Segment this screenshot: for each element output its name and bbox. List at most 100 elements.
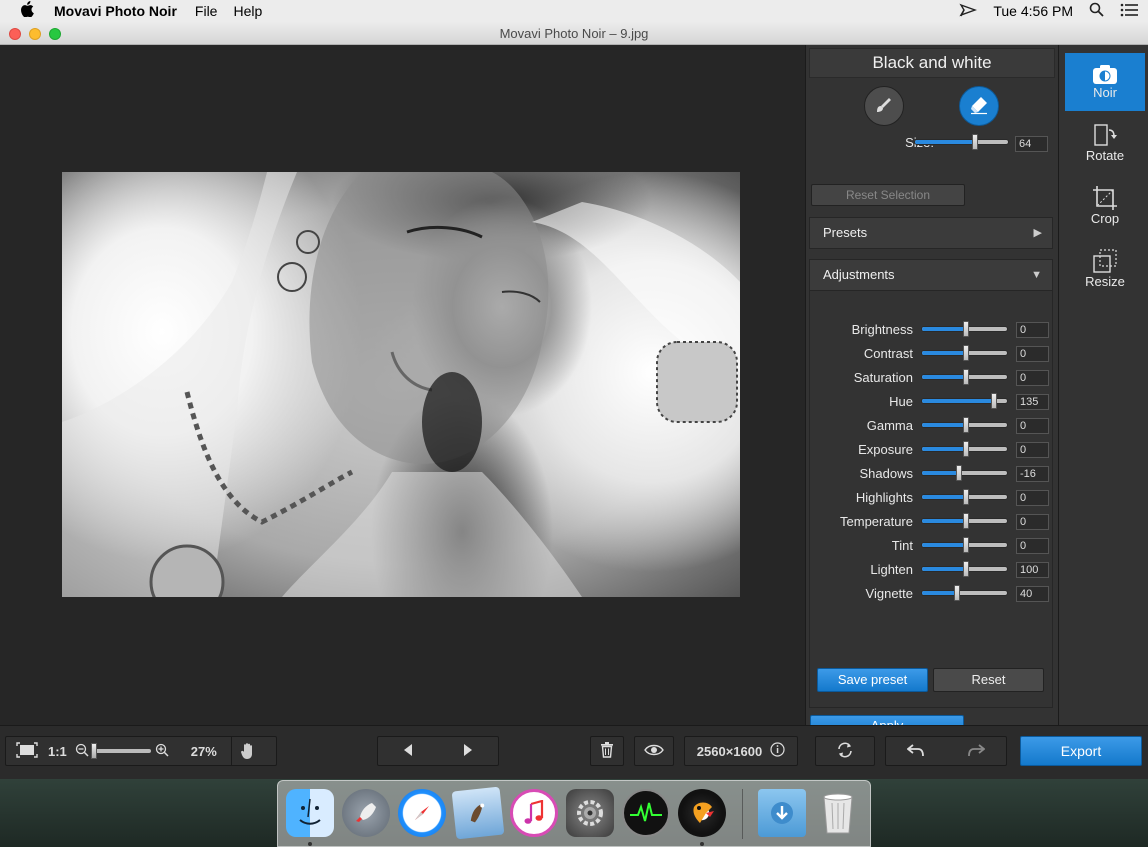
- gamma-slider[interactable]: [921, 417, 1008, 433]
- vignette-slider[interactable]: [921, 585, 1008, 601]
- refresh-button[interactable]: [815, 736, 875, 766]
- save-preset-button[interactable]: Save preset: [817, 668, 928, 692]
- apple-icon[interactable]: [0, 1, 54, 21]
- adjustment-label: Temperature: [840, 514, 913, 529]
- undo-icon[interactable]: [906, 743, 925, 760]
- gamma-value[interactable]: 0: [1016, 418, 1049, 434]
- presets-section-header[interactable]: Presets ▶: [809, 217, 1053, 249]
- photo-preview[interactable]: [62, 172, 740, 597]
- tint-value[interactable]: 0: [1016, 538, 1049, 554]
- saturation-slider[interactable]: [921, 369, 1008, 385]
- brightness-value[interactable]: 0: [1016, 322, 1049, 338]
- shadows-slider[interactable]: [921, 465, 1008, 481]
- next-image-icon[interactable]: [462, 743, 474, 760]
- navigation-controls: [377, 736, 499, 766]
- hue-slider[interactable]: [921, 393, 1008, 409]
- fit-to-screen-icon[interactable]: [16, 741, 38, 761]
- maximize-window-button[interactable]: [49, 28, 61, 40]
- reset-selection-button[interactable]: Reset Selection: [811, 184, 965, 206]
- adjustment-row-temperature: Temperature 0: [810, 512, 1054, 532]
- export-button[interactable]: Export: [1020, 736, 1142, 766]
- launchpad-icon[interactable]: [342, 789, 390, 837]
- presets-label: Presets: [823, 225, 868, 240]
- previous-image-icon[interactable]: [402, 743, 414, 760]
- downloads-icon[interactable]: [758, 789, 806, 837]
- contrast-value[interactable]: 0: [1016, 346, 1049, 362]
- lighten-slider[interactable]: [921, 561, 1008, 577]
- delete-button[interactable]: [590, 736, 624, 766]
- brush-tool-button[interactable]: [864, 86, 904, 126]
- zoom-out-icon[interactable]: [75, 743, 89, 760]
- adjustment-label: Gamma: [866, 418, 913, 433]
- zoom-slider[interactable]: [90, 743, 153, 759]
- mail-icon[interactable]: [451, 786, 505, 840]
- tool-noir-label: Noir: [1093, 85, 1117, 100]
- exposure-value[interactable]: 0: [1016, 442, 1049, 458]
- safari-icon[interactable]: [398, 789, 446, 837]
- lighten-value[interactable]: 100: [1016, 562, 1049, 578]
- airplay-icon[interactable]: [959, 3, 978, 20]
- menu-help[interactable]: Help: [233, 3, 262, 19]
- finder-icon[interactable]: [286, 789, 334, 837]
- finder-running-dot: [308, 842, 312, 846]
- photo-noir-icon[interactable]: [678, 789, 726, 837]
- brightness-slider[interactable]: [921, 321, 1008, 337]
- zoom-in-icon[interactable]: [155, 743, 169, 760]
- notification-center-icon[interactable]: [1120, 3, 1138, 20]
- photo-content: [62, 172, 740, 597]
- adjustment-label: Lighten: [870, 562, 913, 577]
- reset-button[interactable]: Reset: [933, 668, 1044, 692]
- saturation-value[interactable]: 0: [1016, 370, 1049, 386]
- temperature-slider[interactable]: [921, 513, 1008, 529]
- tool-noir[interactable]: Noir: [1065, 53, 1145, 111]
- tool-resize[interactable]: Resize: [1065, 242, 1145, 300]
- title-bar[interactable]: Movavi Photo Noir – 9.jpg: [0, 22, 1148, 45]
- brush-size-slider[interactable]: [914, 134, 1009, 150]
- highlights-value[interactable]: 0: [1016, 490, 1049, 506]
- contrast-slider[interactable]: [921, 345, 1008, 361]
- image-canvas[interactable]: [0, 45, 805, 725]
- adjustment-label: Tint: [891, 538, 913, 553]
- brush-size-value[interactable]: 64: [1015, 136, 1048, 152]
- highlights-slider[interactable]: [921, 489, 1008, 505]
- adjustment-label: Brightness: [851, 322, 913, 337]
- side-toolbar: Noir Rotate Crop Resize: [1058, 45, 1148, 725]
- eye-icon: [644, 744, 664, 759]
- redo-icon[interactable]: [967, 743, 986, 760]
- itunes-icon[interactable]: [510, 789, 558, 837]
- adjustment-label: Exposure: [858, 442, 913, 457]
- system-preferences-icon[interactable]: [566, 789, 614, 837]
- exposure-slider[interactable]: [921, 441, 1008, 457]
- activity-monitor-icon[interactable]: [622, 789, 670, 837]
- hue-value[interactable]: 135: [1016, 394, 1049, 410]
- close-window-button[interactable]: [9, 28, 21, 40]
- photo-noir-running-dot: [700, 842, 704, 846]
- menubar-clock[interactable]: Tue 4:56 PM: [993, 3, 1073, 19]
- zoom-1-1-button[interactable]: 1:1: [48, 744, 67, 759]
- adjustment-row-brightness: Brightness 0: [810, 320, 1054, 340]
- eraser-tool-button[interactable]: [959, 86, 999, 126]
- menubar-app-name[interactable]: Movavi Photo Noir: [54, 3, 177, 19]
- adjustment-label: Saturation: [853, 370, 913, 385]
- info-icon[interactable]: [770, 742, 785, 760]
- menu-file[interactable]: File: [195, 3, 218, 19]
- zoom-controls: 1:1 27%: [5, 736, 277, 766]
- trash-dock-icon[interactable]: [814, 789, 862, 837]
- tool-resize-label: Resize: [1085, 274, 1125, 289]
- tool-crop[interactable]: Crop: [1065, 179, 1145, 237]
- hand-tool-icon[interactable]: [230, 737, 256, 765]
- vignette-value[interactable]: 40: [1016, 586, 1049, 602]
- adjustment-row-lighten: Lighten 100: [810, 560, 1054, 580]
- menubar: Movavi Photo Noir File Help Tue 4:56 PM: [0, 0, 1148, 22]
- tint-slider[interactable]: [921, 537, 1008, 553]
- shadows-value[interactable]: -16: [1016, 466, 1049, 482]
- before-after-button[interactable]: [634, 736, 674, 766]
- spotlight-search-icon[interactable]: [1089, 2, 1104, 20]
- image-info: 2560×1600: [684, 736, 798, 766]
- expand-right-icon: ▶: [1033, 227, 1042, 239]
- minimize-window-button[interactable]: [29, 28, 41, 40]
- dock: [277, 780, 871, 847]
- window-title: Movavi Photo Noir – 9.jpg: [499, 26, 649, 41]
- temperature-value[interactable]: 0: [1016, 514, 1049, 530]
- tool-rotate[interactable]: Rotate: [1065, 116, 1145, 174]
